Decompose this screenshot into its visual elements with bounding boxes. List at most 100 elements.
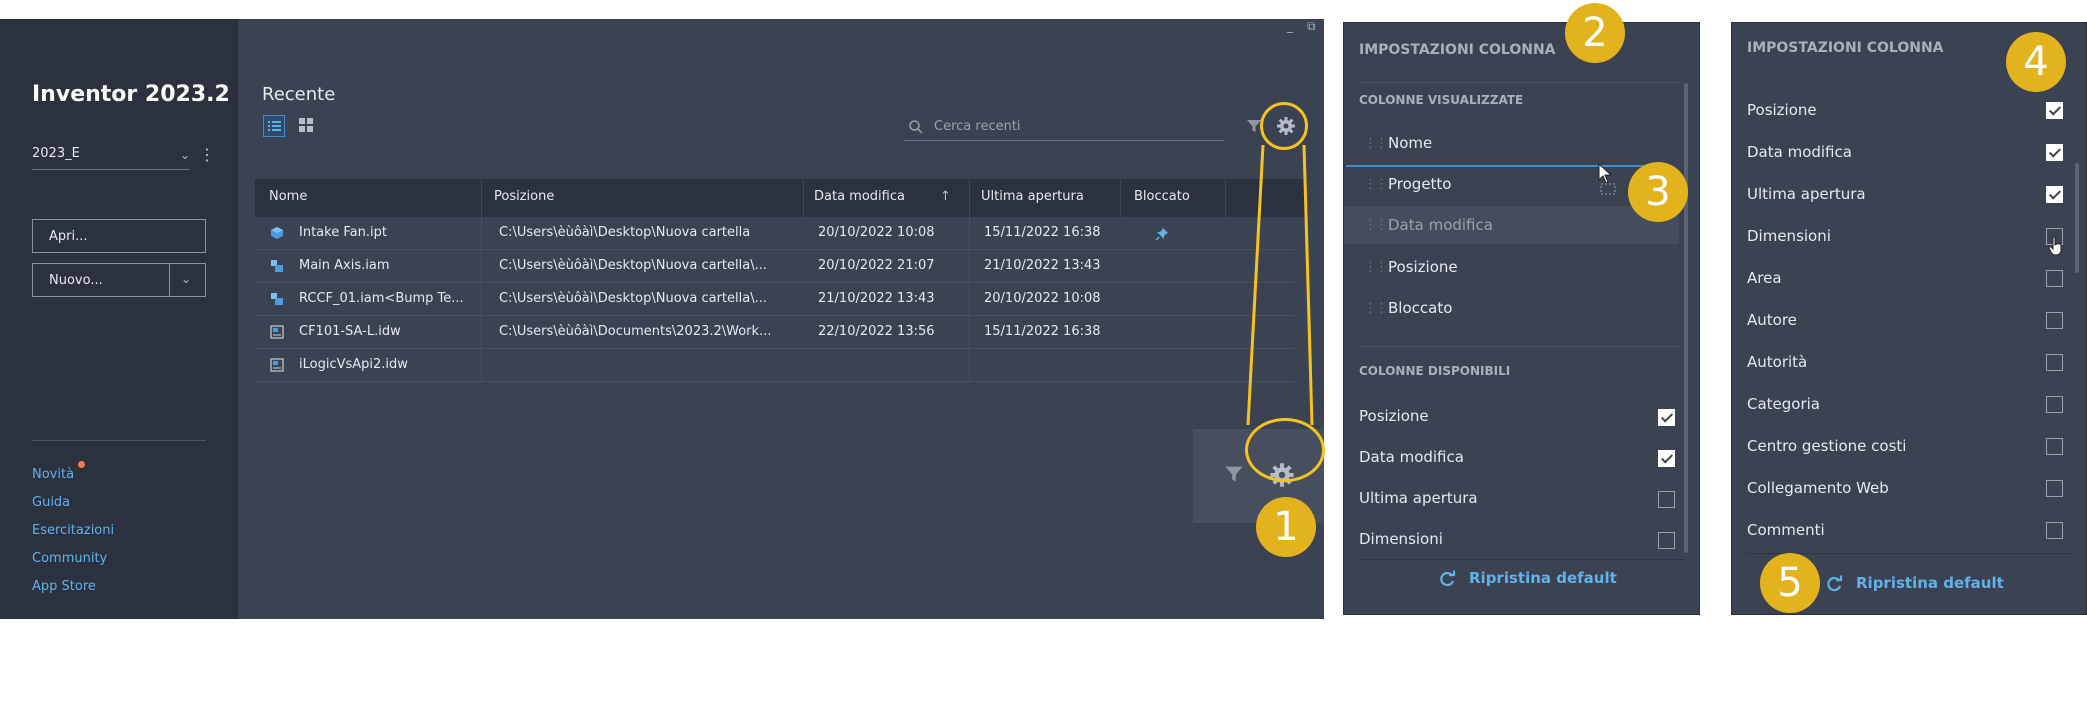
link-help[interactable]: Guida <box>32 495 70 510</box>
file-name: Intake Fan.ipt <box>299 225 387 240</box>
link-whats-new[interactable]: Novità <box>32 467 74 482</box>
search-field[interactable]: Cerca recenti <box>904 115 1224 141</box>
column-header-pinned[interactable]: Bloccato <box>1134 189 1190 204</box>
checkbox[interactable] <box>1658 450 1675 467</box>
checkbox[interactable] <box>2046 312 2063 329</box>
checkbox[interactable] <box>1658 491 1675 508</box>
file-modified: 20/10/2022 21:07 <box>818 258 935 273</box>
table-row[interactable]: Intake Fan.ipt C:\Users\èùôàì\Desktop\Nu… <box>255 217 1295 250</box>
shown-column-item[interactable]: ⋮⋮ Bloccato <box>1344 289 1679 327</box>
checkbox[interactable] <box>2046 354 2063 371</box>
scrollbar[interactable] <box>2075 163 2079 273</box>
file-name: iLogicVsApi2.idw <box>299 357 408 372</box>
new-dropdown-button[interactable]: ⌄ <box>169 263 206 297</box>
checkbox[interactable] <box>2046 270 2063 287</box>
grid-view-icon[interactable] <box>298 117 314 133</box>
column-option[interactable]: Area <box>1732 265 2063 295</box>
column-option[interactable]: Commenti <box>1732 517 2063 547</box>
column-settings-panel-expanded: IMPOSTAZIONI COLONNA Posizione Data modi… <box>1731 22 2087 615</box>
refresh-icon <box>1440 570 1456 587</box>
checkbox[interactable] <box>2046 144 2063 161</box>
column-option[interactable]: Ultima apertura <box>1732 181 2063 211</box>
available-column-option[interactable]: Posizione <box>1344 403 1675 433</box>
open-button-label: Apri... <box>49 229 88 244</box>
column-option[interactable]: Autore <box>1732 307 2063 337</box>
link-tutorials[interactable]: Esercitazioni <box>32 523 114 538</box>
search-icon <box>909 120 923 134</box>
new-button[interactable]: Nuovo... <box>32 263 170 297</box>
option-label: Collegamento Web <box>1747 479 1889 497</box>
option-label: Ultima apertura <box>1747 185 1866 203</box>
option-label: Ultima apertura <box>1359 489 1478 507</box>
drag-handle-icon[interactable]: ⋮⋮ <box>1364 301 1388 316</box>
file-location: C:\Users\èùôàì\Desktop\Nuova cartella\..… <box>499 258 767 273</box>
file-modified: 21/10/2022 13:43 <box>818 291 935 306</box>
page-title: Recente <box>262 84 336 105</box>
column-separator <box>803 179 804 217</box>
chevron-down-icon: ⌄ <box>179 148 190 162</box>
minimize-button[interactable]: _ <box>1287 19 1293 33</box>
link-community[interactable]: Community <box>32 551 107 566</box>
new-button-label: Nuovo... <box>49 273 103 288</box>
column-option[interactable]: Categoria <box>1732 391 2063 421</box>
refresh-icon <box>1827 575 1843 592</box>
available-column-option[interactable]: Data modifica <box>1344 444 1675 474</box>
file-modified: 20/10/2022 10:08 <box>818 225 935 240</box>
scrollbar[interactable] <box>1684 83 1688 553</box>
checkbox[interactable] <box>2046 480 2063 497</box>
column-header-name[interactable]: Nome <box>269 189 307 204</box>
column-option[interactable]: Centro gestione costi <box>1732 433 2063 463</box>
table-row[interactable]: Main Axis.iam C:\Users\èùôàì\Desktop\Nuo… <box>255 250 1295 283</box>
table-row[interactable]: RCCF_01.iam<Bump Te... C:\Users\èùôàì\De… <box>255 283 1295 316</box>
open-button[interactable]: Apri... <box>32 219 206 253</box>
column-option[interactable]: Collegamento Web <box>1732 475 2063 505</box>
file-name: Main Axis.iam <box>299 258 390 273</box>
shown-column-label: Data modifica <box>1388 216 1493 234</box>
column-separator <box>969 179 970 217</box>
restore-button[interactable]: ⧉ <box>1307 19 1316 34</box>
shown-column-item[interactable]: ⋮⋮ Nome <box>1344 124 1679 162</box>
drag-handle-icon[interactable]: ⋮⋮ <box>1364 218 1388 233</box>
drag-handle-icon[interactable]: ⋮⋮ <box>1364 136 1388 151</box>
app-title: Inventor 2023.2 <box>32 82 230 107</box>
available-column-option[interactable]: Ultima apertura <box>1344 485 1675 515</box>
checkbox[interactable] <box>1658 532 1675 549</box>
column-header-last-opened[interactable]: Ultima apertura <box>981 189 1084 204</box>
drag-handle-icon[interactable]: ⋮⋮ <box>1364 177 1388 192</box>
column-header-modified[interactable]: Data modifica <box>814 189 905 204</box>
checkbox[interactable] <box>2046 438 2063 455</box>
column-header-location[interactable]: Posizione <box>494 189 554 204</box>
column-option[interactable]: Dimensioni <box>1732 223 2063 253</box>
column-option[interactable]: Data modifica <box>1732 139 2063 169</box>
link-app-store[interactable]: App Store <box>32 579 96 594</box>
option-label: Data modifica <box>1747 143 1852 161</box>
option-label: Dimensioni <box>1747 227 1831 245</box>
option-label: Autore <box>1747 311 1797 329</box>
pin-icon[interactable] <box>1155 227 1169 241</box>
table-row[interactable]: iLogicVsApi2.idw <box>255 349 1295 382</box>
shown-column-item[interactable]: ⋮⋮ Posizione <box>1344 248 1679 286</box>
list-view-toggle[interactable] <box>263 115 285 137</box>
option-label: Posizione <box>1359 407 1429 425</box>
option-label: Posizione <box>1747 101 1817 119</box>
shown-column-item[interactable]: ⋮⋮ Data modifica <box>1344 206 1679 244</box>
checkbox[interactable] <box>2046 102 2063 119</box>
checkbox[interactable] <box>2046 186 2063 203</box>
table-row[interactable]: CF101-SA-L.idw C:\Users\èùôàì\Documents\… <box>255 316 1295 349</box>
checkbox[interactable] <box>2046 522 2063 539</box>
more-options-icon[interactable]: ⋮ <box>199 145 215 164</box>
panel-title: IMPOSTAZIONI COLONNA <box>1359 42 1556 58</box>
column-option[interactable]: Posizione <box>1732 97 2063 127</box>
checkbox[interactable] <box>1658 409 1675 426</box>
project-select[interactable]: 2023_E ⌄ <box>32 142 190 170</box>
file-last-opened: 15/11/2022 16:38 <box>984 225 1101 240</box>
checkbox[interactable] <box>2046 396 2063 413</box>
available-column-option[interactable]: Dimensioni <box>1344 526 1675 556</box>
drag-handle-icon[interactable]: ⋮⋮ <box>1364 260 1388 275</box>
column-option[interactable]: Autorità <box>1732 349 2063 379</box>
notification-dot <box>78 461 85 468</box>
reset-default-button[interactable]: Ripristina default <box>1824 574 2024 596</box>
callout-badge-3: 3 <box>1628 162 1688 222</box>
reset-default-button[interactable]: Ripristina default <box>1437 569 1637 591</box>
option-label: Dimensioni <box>1359 530 1443 548</box>
